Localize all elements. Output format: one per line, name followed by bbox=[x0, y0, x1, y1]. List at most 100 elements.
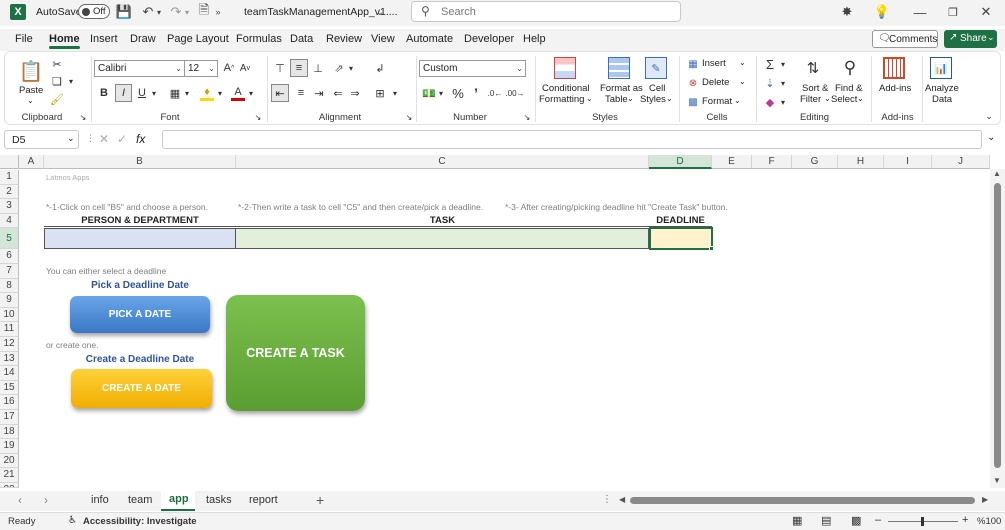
insert-cells-label[interactable]: Insert bbox=[702, 58, 726, 69]
restore-icon[interactable]: ❐ bbox=[945, 3, 961, 21]
col-header-b[interactable]: B bbox=[44, 155, 236, 169]
copy-dropdown-icon[interactable]: ▾ bbox=[67, 74, 75, 88]
col-header-i[interactable]: I bbox=[884, 155, 932, 169]
expand-formula-bar-icon[interactable]: ⌄ bbox=[987, 132, 995, 143]
conditional-chevron-icon[interactable]: ⌄ bbox=[586, 94, 593, 103]
zoom-slider-thumb[interactable] bbox=[921, 517, 924, 526]
align-top-icon[interactable]: ⊤ bbox=[272, 60, 288, 76]
create-a-date-button[interactable]: CREATE A DATE bbox=[71, 369, 212, 408]
undo-dropdown-icon[interactable]: ▾ bbox=[155, 4, 163, 20]
fill-handle[interactable] bbox=[709, 246, 714, 251]
customize-qat-icon[interactable]: 🗎 bbox=[197, 2, 211, 20]
insert-cells-chevron-icon[interactable]: ⌄ bbox=[739, 58, 746, 67]
undo-icon[interactable]: ↶ bbox=[140, 4, 156, 20]
tab-formulas[interactable]: Formulas bbox=[236, 33, 282, 45]
orientation-icon[interactable]: ⇗ bbox=[331, 60, 347, 76]
row-header[interactable]: 14 bbox=[0, 366, 19, 381]
underline-icon[interactable]: U bbox=[136, 85, 148, 101]
task-cell[interactable] bbox=[236, 228, 649, 249]
increase-font-icon[interactable]: A ^ bbox=[222, 60, 236, 76]
row-header[interactable]: 18 bbox=[0, 424, 19, 440]
select-all-corner[interactable] bbox=[0, 155, 19, 169]
format-as-table-icon[interactable] bbox=[608, 57, 630, 79]
tab-data[interactable]: Data bbox=[290, 33, 313, 45]
sheet-tab-app-active[interactable]: app bbox=[161, 491, 195, 511]
percent-icon[interactable]: % bbox=[451, 85, 465, 101]
scroll-down-icon[interactable]: ▼ bbox=[993, 476, 1001, 485]
sheet-tab-info[interactable]: info bbox=[91, 494, 109, 506]
tab-file[interactable]: File bbox=[15, 33, 33, 45]
row-header[interactable]: 20 bbox=[0, 453, 19, 469]
accessibility-icon[interactable]: ♿ bbox=[68, 515, 77, 526]
sheet-tab-tasks[interactable]: tasks bbox=[206, 494, 232, 506]
cell-styles-icon[interactable]: ✎ bbox=[645, 57, 667, 79]
col-header-f[interactable]: F bbox=[752, 155, 792, 169]
addins-label[interactable]: Add-ins bbox=[879, 83, 911, 94]
sort-chevron-icon[interactable]: ⌄ bbox=[824, 94, 831, 103]
format-painter-icon[interactable]: 🖌 bbox=[50, 92, 64, 106]
sort-label-2[interactable]: Filter bbox=[800, 94, 821, 105]
row-header[interactable]: 9 bbox=[0, 293, 19, 308]
find-label-1[interactable]: Find & bbox=[835, 83, 862, 94]
page-break-view-icon[interactable]: ▩ bbox=[851, 514, 861, 527]
increase-indent-icon[interactable]: ⇒ bbox=[347, 85, 363, 101]
fill-dropdown-icon[interactable]: ▾ bbox=[779, 76, 787, 90]
format-cells-icon[interactable]: ▩ bbox=[687, 96, 699, 108]
row-header[interactable]: 15 bbox=[0, 380, 19, 396]
col-header-g[interactable]: G bbox=[792, 155, 838, 169]
sort-label-1[interactable]: Sort & bbox=[802, 83, 828, 94]
orientation-dropdown-icon[interactable]: ▾ bbox=[347, 60, 355, 76]
search-box[interactable]: ⚲ Search bbox=[411, 1, 681, 22]
clipboard-launcher-icon[interactable]: ↘ bbox=[78, 112, 88, 122]
horizontal-scroll-thumb[interactable] bbox=[630, 497, 975, 504]
sheet-tab-report[interactable]: report bbox=[249, 494, 278, 506]
conditional-label-2[interactable]: Formatting bbox=[539, 94, 584, 105]
vertical-scrollbar[interactable]: ▲ ▼ bbox=[990, 169, 1005, 488]
conditional-formatting-icon[interactable] bbox=[554, 57, 576, 79]
delete-cells-label[interactable]: Delete bbox=[702, 77, 729, 88]
deadline-cell-selected[interactable] bbox=[649, 227, 713, 250]
font-color-icon[interactable]: A bbox=[231, 85, 245, 101]
row-header[interactable]: 21 bbox=[0, 468, 19, 483]
format-table-label-1[interactable]: Format as bbox=[600, 83, 643, 94]
find-select-icon[interactable]: ⚲ bbox=[839, 57, 861, 79]
conditional-label-1[interactable]: Conditional bbox=[542, 83, 590, 94]
decrease-decimal-icon[interactable]: .00→ bbox=[505, 85, 524, 101]
tab-review[interactable]: Review bbox=[326, 33, 362, 45]
person-department-cell[interactable] bbox=[44, 228, 236, 249]
paste-label[interactable]: Paste bbox=[19, 85, 43, 96]
tab-home[interactable]: Home bbox=[49, 33, 80, 49]
align-left-icon[interactable]: ⇤ bbox=[271, 84, 289, 102]
formula-input[interactable] bbox=[162, 130, 982, 149]
col-header-h[interactable]: H bbox=[838, 155, 884, 169]
tab-developer[interactable]: Developer bbox=[464, 33, 514, 45]
analyze-label-2[interactable]: Data bbox=[932, 94, 952, 105]
insert-cells-icon[interactable]: ▦ bbox=[687, 58, 699, 70]
zoom-out-icon[interactable]: – bbox=[875, 514, 881, 526]
row-header-selected[interactable]: 5 bbox=[0, 228, 19, 250]
underline-dropdown-icon[interactable]: ▾ bbox=[150, 85, 158, 101]
confirm-entry-icon[interactable]: ✓ bbox=[117, 132, 127, 146]
ribbon-collapse-icon[interactable]: ⌄ bbox=[983, 110, 995, 122]
tab-page-layout[interactable]: Page Layout bbox=[167, 33, 229, 45]
tab-help[interactable]: Help bbox=[523, 33, 546, 45]
col-header-d[interactable]: D bbox=[649, 155, 712, 169]
share-button[interactable]: ↗ Share ⌄ bbox=[944, 30, 997, 48]
normal-view-icon[interactable]: ▦ bbox=[792, 514, 802, 527]
wrap-text-icon[interactable]: ↲ bbox=[372, 60, 388, 76]
autosum-dropdown-icon[interactable]: ▾ bbox=[779, 57, 787, 71]
insert-function-icon[interactable]: fx bbox=[136, 132, 145, 146]
accounting-dropdown-icon[interactable]: ▾ bbox=[437, 85, 445, 101]
pick-a-date-button[interactable]: PICK A DATE bbox=[70, 296, 210, 333]
next-sheet-icon[interactable]: › bbox=[44, 493, 48, 507]
align-bottom-icon[interactable]: ⊥ bbox=[310, 60, 326, 76]
row-header[interactable]: 6 bbox=[0, 249, 19, 264]
zoom-level[interactable]: %100 bbox=[977, 516, 1001, 527]
delete-cells-icon[interactable]: ⊗ bbox=[687, 77, 699, 89]
fill-color-icon[interactable]: ♦ bbox=[200, 85, 214, 101]
row-header[interactable]: 4 bbox=[0, 213, 19, 229]
paste-chevron-down-icon[interactable]: ⌄ bbox=[27, 96, 34, 105]
cell-styles-chevron-icon[interactable]: ⌄ bbox=[666, 94, 673, 103]
add-sheet-icon[interactable]: + bbox=[316, 492, 324, 508]
prev-sheet-icon[interactable]: ‹ bbox=[18, 493, 22, 507]
